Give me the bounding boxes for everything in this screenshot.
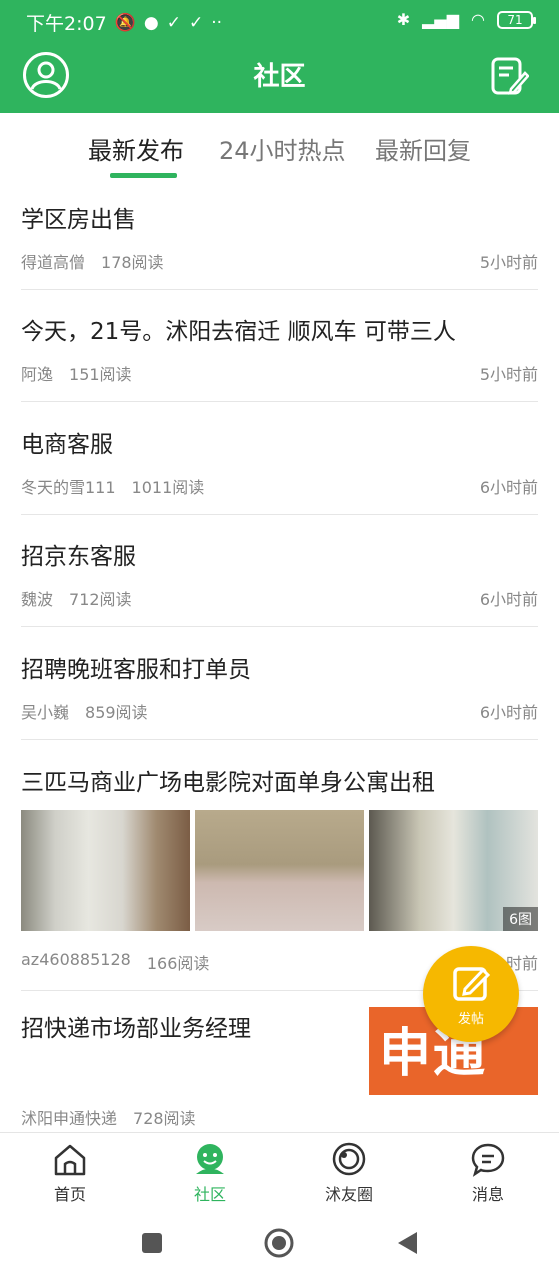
system-nav-bar xyxy=(0,1212,559,1280)
new-post-fab[interactable]: 发帖 xyxy=(423,946,519,1042)
list-item[interactable]: 学区房出售 得道高僧 178阅读 5小时前 xyxy=(21,200,538,272)
home-button[interactable] xyxy=(263,1227,295,1259)
compose-icon xyxy=(453,967,491,1001)
more-dots-icon: ·· xyxy=(211,12,222,33)
post-meta: 得道高僧 178阅读 xyxy=(21,249,164,273)
message-icon xyxy=(471,1143,505,1177)
status-time: 下午2:07 xyxy=(26,13,107,35)
divider xyxy=(21,739,538,740)
post-title: 三匹马商业广场电影院对面单身公寓出租 xyxy=(21,770,435,796)
post-author: 得道高僧 xyxy=(21,253,86,272)
post-reads: 166阅读 xyxy=(146,954,210,973)
signal-icon: ▂▄▆ xyxy=(422,10,460,29)
feed-tabs: 最新发布 24小时热点 最新回复 xyxy=(0,113,559,179)
back-button[interactable] xyxy=(395,1230,419,1256)
moments-icon xyxy=(332,1142,366,1176)
post-author: 沭阳申通快递 xyxy=(21,1109,118,1128)
post-reads: 1011阅读 xyxy=(131,478,205,497)
fab-label: 发帖 xyxy=(457,1012,484,1027)
post-title: 招京东客服 xyxy=(21,544,136,570)
status-bar: 下午2:07 🔕 ● ✓ ✓ ·· ✱ ▂▄▆ ◠ 71 xyxy=(0,0,559,42)
post-time: 6小时前 xyxy=(479,590,538,609)
nav-label: 消息 xyxy=(471,1185,504,1204)
nav-messages[interactable]: 消息 xyxy=(448,1133,528,1213)
post-meta: 冬天的雪111 1011阅读 xyxy=(21,474,204,498)
post-meta: 吴小巍 859阅读 xyxy=(21,699,148,723)
post-reads: 712阅读 xyxy=(69,590,132,609)
mute-icon: 🔕 xyxy=(114,12,136,33)
post-image[interactable]: 6图 xyxy=(369,810,538,931)
post-time: 5小时前 xyxy=(479,253,538,272)
divider xyxy=(21,626,538,627)
post-image[interactable] xyxy=(21,810,190,931)
community-icon xyxy=(196,1144,224,1174)
wifi-icon: ◠ xyxy=(471,10,485,29)
post-title: 今天，21号。沭阳去宿迁 顺风车 可带三人 xyxy=(21,319,456,345)
nav-moments[interactable]: 沭友圈 xyxy=(309,1133,389,1213)
list-item[interactable]: 三匹马商业广场电影院对面单身公寓出租 6图 az460885128 166阅读 … xyxy=(21,763,538,973)
recents-button[interactable] xyxy=(140,1231,164,1255)
divider xyxy=(21,401,538,402)
active-tab-indicator xyxy=(110,173,177,178)
nav-home[interactable]: 首页 xyxy=(30,1133,110,1213)
tab-hot-24h[interactable]: 24小时热点 xyxy=(219,131,346,166)
post-title: 电商客服 xyxy=(21,432,113,458)
post-author: 阿逸 xyxy=(21,365,54,384)
post-meta: 沭阳申通快递 728阅读 xyxy=(21,1105,196,1129)
post-author: az460885128 xyxy=(21,950,131,969)
post-title: 招聘晚班客服和打单员 xyxy=(21,657,251,683)
check-icon: ✓ xyxy=(188,12,204,33)
chat-icon: ● xyxy=(143,12,159,33)
divider xyxy=(21,514,538,515)
home-icon xyxy=(54,1144,86,1176)
list-item[interactable]: 招京东客服 魏波 712阅读 6小时前 xyxy=(21,537,538,609)
list-item[interactable]: 今天，21号。沭阳去宿迁 顺风车 可带三人 阿逸 151阅读 5小时前 xyxy=(21,312,538,384)
compose-note-icon[interactable] xyxy=(489,56,529,96)
nav-label: 首页 xyxy=(53,1185,86,1204)
tab-latest-reply[interactable]: 最新回复 xyxy=(375,131,471,166)
post-meta: az460885128 166阅读 xyxy=(21,950,209,974)
post-meta: 阿逸 151阅读 xyxy=(21,361,132,385)
post-author: 冬天的雪111 xyxy=(21,478,116,497)
battery-indicator: 71 xyxy=(497,10,536,29)
post-meta: 魏波 712阅读 xyxy=(21,586,132,610)
divider xyxy=(21,289,538,290)
bluetooth-icon: ✱ xyxy=(396,10,411,29)
app-bar: 社区 xyxy=(0,42,559,113)
post-title: 学区房出售 xyxy=(21,207,136,233)
post-reads: 178阅读 xyxy=(101,253,164,272)
post-image-grid[interactable]: 6图 xyxy=(21,810,538,931)
image-count-badge: 6图 xyxy=(503,907,538,931)
post-reads: 859阅读 xyxy=(85,703,148,722)
nav-label: 沭友圈 xyxy=(324,1185,373,1204)
list-item[interactable]: 电商客服 冬天的雪111 1011阅读 6小时前 xyxy=(21,425,538,497)
post-author: 吴小巍 xyxy=(21,703,70,722)
page-title: 社区 xyxy=(253,62,306,92)
nav-community[interactable]: 社区 xyxy=(170,1133,250,1213)
post-image[interactable] xyxy=(195,810,364,931)
post-time: 6小时前 xyxy=(479,478,538,497)
bottom-nav: 首页 社区 沭友圈 消息 xyxy=(0,1132,559,1212)
nav-label: 社区 xyxy=(193,1185,226,1204)
check-icon: ✓ xyxy=(166,12,181,33)
post-author: 魏波 xyxy=(21,590,54,609)
post-reads: 728阅读 xyxy=(133,1109,196,1128)
post-time: 5小时前 xyxy=(479,365,538,384)
post-time: 6小时前 xyxy=(479,703,538,722)
tab-latest[interactable]: 最新发布 xyxy=(88,131,184,166)
list-item[interactable]: 招聘晚班客服和打单员 吴小巍 859阅读 6小时前 xyxy=(21,650,538,722)
post-reads: 151阅读 xyxy=(69,365,132,384)
